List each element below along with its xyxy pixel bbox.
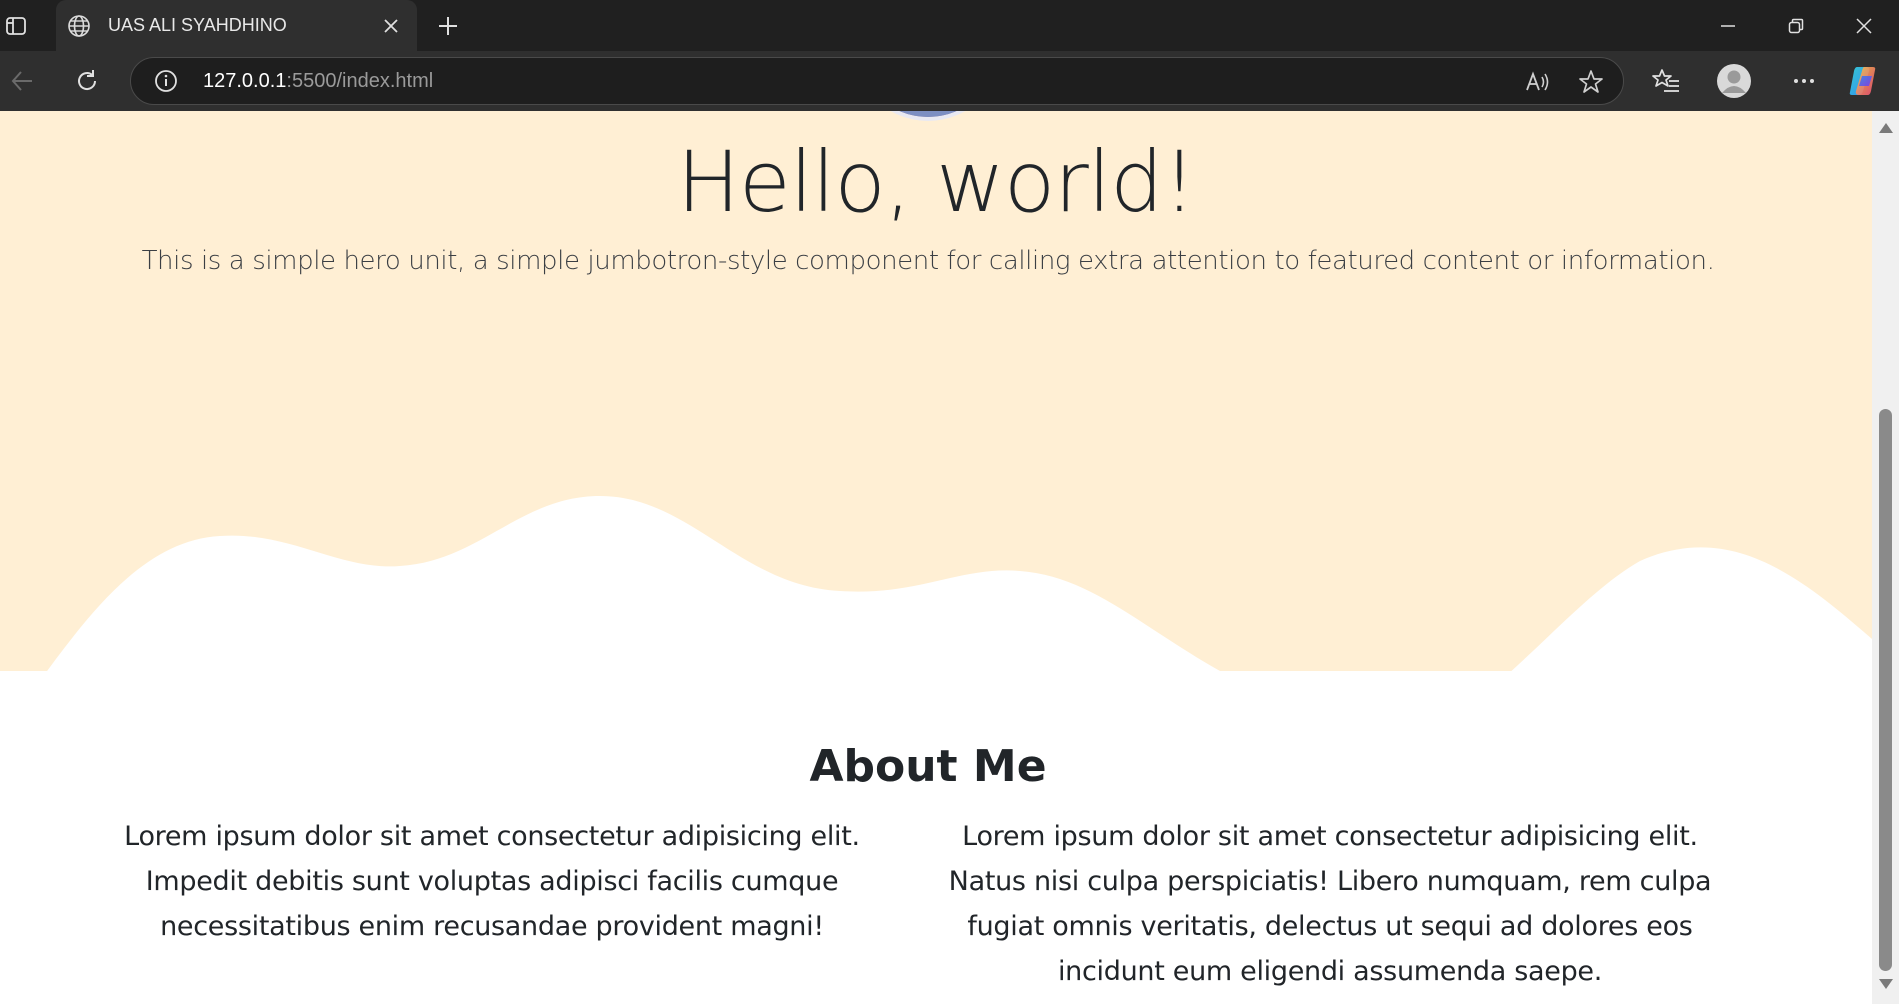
site-info-icon[interactable] [151, 66, 181, 96]
favorites-list-icon [1652, 69, 1679, 92]
page-viewport: Hello, world! This is a simple hero unit… [0, 111, 1872, 1004]
browser-toolbar: 127.0.0.1:5500/index.html [0, 51, 1899, 111]
avatar-icon [1717, 64, 1751, 98]
tab-actions-icon [6, 16, 26, 35]
refresh-button[interactable] [68, 62, 106, 100]
tab-strip: UAS ALI SYAHDHINO [0, 0, 1899, 51]
scroll-down-arrow[interactable] [1879, 979, 1893, 989]
more-icon [1794, 79, 1814, 83]
about-heading: About Me [809, 741, 1047, 792]
scroll-up-arrow[interactable] [1879, 123, 1893, 133]
plus-icon [439, 17, 457, 35]
settings-more-button[interactable] [1785, 62, 1823, 100]
favorite-star-icon[interactable] [1575, 66, 1607, 98]
tab-close-icon[interactable] [377, 12, 405, 40]
favorites-button[interactable] [1647, 62, 1685, 100]
close-window-button[interactable] [1830, 0, 1898, 51]
back-button[interactable] [3, 62, 41, 100]
browser-tab[interactable]: UAS ALI SYAHDHINO [56, 0, 417, 51]
profile-photo [853, 111, 1003, 121]
scrollbar-thumb[interactable] [1879, 409, 1892, 971]
read-aloud-icon[interactable] [1521, 66, 1553, 98]
restore-icon [1788, 18, 1804, 33]
back-arrow-icon [11, 71, 32, 91]
about-column-left: Lorem ipsum dolor sit amet consectetur a… [124, 821, 860, 942]
globe-icon [66, 13, 92, 39]
copilot-button[interactable] [1846, 62, 1884, 100]
url-text[interactable]: 127.0.0.1:5500/index.html [203, 70, 433, 93]
tab-actions-button[interactable] [0, 0, 32, 51]
new-tab-button[interactable] [432, 10, 464, 42]
vertical-scrollbar[interactable] [1872, 111, 1899, 1004]
address-bar[interactable]: 127.0.0.1:5500/index.html [130, 57, 1624, 105]
profile-button[interactable] [1715, 62, 1753, 100]
refresh-icon [78, 70, 97, 90]
about-column-right: Lorem ipsum dolor sit amet consectetur a… [948, 821, 1712, 987]
restore-button[interactable] [1762, 0, 1830, 51]
hero-title: Hello, world! [676, 133, 1196, 231]
minimize-icon [1721, 24, 1735, 27]
tab-title: UAS ALI SYAHDHINO [108, 15, 287, 35]
url-host: 127.0.0.1 [203, 69, 287, 92]
hero-lead: This is a simple hero unit, a simple jum… [141, 246, 1715, 276]
minimize-button[interactable] [1694, 0, 1762, 51]
url-path: :5500/index.html [286, 69, 434, 92]
wave-divider [0, 496, 1872, 771]
close-icon [1856, 17, 1872, 34]
copilot-icon [1849, 67, 1876, 95]
